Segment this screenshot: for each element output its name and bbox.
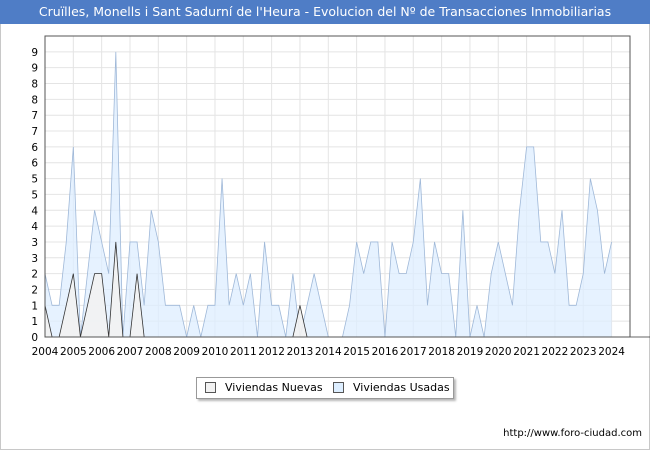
- x-tick-label: 2019: [457, 346, 484, 358]
- y-tick-label: 9: [31, 47, 38, 59]
- x-tick-label: 2013: [287, 346, 314, 358]
- x-tick-label: 2024: [598, 346, 625, 358]
- x-tick-label: 2015: [343, 346, 370, 358]
- y-tick-label: 3: [31, 253, 38, 265]
- x-tick-label: 2004: [32, 346, 59, 358]
- legend-label-usadas: Viviendas Usadas: [353, 381, 450, 394]
- x-tick-label: 2022: [542, 346, 569, 358]
- y-tick-label: 1: [31, 316, 38, 328]
- x-tick-label: 2021: [513, 346, 540, 358]
- x-tick-label: 2007: [117, 346, 144, 358]
- chart-title: Cruïlles, Monells i Sant Sadurní de l'He…: [0, 0, 650, 24]
- x-tick-label: 2023: [570, 346, 597, 358]
- y-tick-label: 8: [31, 94, 38, 106]
- x-tick-label: 2011: [230, 346, 257, 358]
- y-tick-label: 4: [31, 221, 38, 233]
- y-tick-label: 1: [31, 300, 38, 312]
- y-tick-label: 5: [31, 174, 38, 186]
- x-tick-label: 2020: [485, 346, 512, 358]
- legend-item-nuevas: Viviendas Nuevas: [205, 381, 323, 394]
- y-tick-label: 2: [31, 269, 38, 281]
- legend-label-nuevas: Viviendas Nuevas: [225, 381, 323, 394]
- source-link[interactable]: http://www.foro-ciudad.com: [503, 428, 642, 439]
- x-tick-label: 2014: [315, 346, 342, 358]
- x-tick-label: 2017: [400, 346, 427, 358]
- y-tick-label: 0: [31, 332, 38, 344]
- x-tick-label: 2012: [258, 346, 285, 358]
- y-tick-label: 5: [31, 189, 38, 201]
- x-tick-label: 2006: [88, 346, 115, 358]
- x-tick-label: 2018: [428, 346, 455, 358]
- x-tick-label: 2008: [145, 346, 172, 358]
- legend-item-usadas: Viviendas Usadas: [333, 381, 450, 394]
- x-tick-label: 2010: [202, 346, 229, 358]
- legend-swatch-nuevas: [205, 382, 216, 393]
- x-tick-label: 2005: [60, 346, 87, 358]
- y-tick-label: 8: [31, 79, 38, 91]
- chart-area: 01122334455667788992004 2005 2006 2007 2008 2…: [31, 35, 650, 358]
- y-tick-label: 6: [31, 142, 38, 154]
- x-tick-label: 2016: [372, 346, 399, 358]
- y-tick-label: 9: [31, 63, 38, 75]
- chart-legend: Viviendas Nuevas Viviendas Usadas: [196, 377, 454, 399]
- y-tick-label: 2: [31, 284, 38, 296]
- legend-swatch-usadas: [333, 382, 344, 393]
- y-tick-label: 7: [31, 126, 38, 138]
- y-tick-label: 4: [31, 205, 38, 217]
- y-tick-label: 6: [31, 158, 38, 170]
- x-tick-label: 2009: [173, 346, 200, 358]
- y-tick-label: 3: [31, 237, 38, 249]
- y-tick-label: 7: [31, 110, 38, 122]
